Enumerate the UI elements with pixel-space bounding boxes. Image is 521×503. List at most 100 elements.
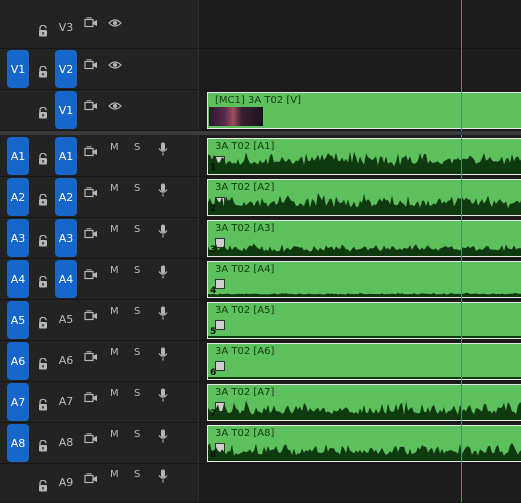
mic-icon[interactable] (158, 346, 168, 361)
track-lane-v2 (199, 49, 521, 90)
sync-lock-icon[interactable] (84, 307, 98, 321)
track-target-a4[interactable]: A4 (55, 260, 77, 298)
solo-button[interactable]: S (134, 224, 140, 235)
track-target-a2[interactable]: A2 (55, 178, 77, 216)
clip-a5[interactable]: 3A T02 [A5] 5 (207, 302, 521, 339)
source-patch-a5[interactable]: A5 (7, 301, 29, 339)
solo-button[interactable]: S (134, 142, 140, 153)
mic-icon[interactable] (158, 141, 168, 156)
clip-channel-number: 4 (210, 286, 217, 296)
mute-button[interactable]: M (110, 388, 119, 399)
mute-button[interactable]: M (110, 142, 119, 153)
mic-icon[interactable] (158, 428, 168, 443)
playhead[interactable] (461, 0, 462, 502)
mic-icon[interactable] (158, 223, 168, 238)
track-header-a3: A3 A3 M S (0, 218, 198, 259)
clip-v1[interactable]: [MC1] 3A T02 [V] (207, 92, 521, 129)
clip-a6[interactable]: 3A T02 [A6] 6 (207, 343, 521, 380)
mute-button[interactable]: M (110, 224, 119, 235)
clip-channel-number: 5 (210, 327, 217, 337)
clip-a2[interactable]: 3A T02 [A2] 2 (207, 179, 521, 216)
track-target-v3[interactable]: V3 (55, 21, 77, 34)
track-header-a4: A4 A4 M S (0, 259, 198, 300)
toggle-output-icon[interactable] (84, 97, 98, 111)
lock-icon[interactable] (37, 191, 49, 206)
sync-lock-icon[interactable] (84, 184, 98, 198)
eye-icon[interactable] (108, 97, 122, 110)
lock-icon[interactable] (37, 104, 49, 119)
track-target-v2[interactable]: V2 (55, 50, 77, 88)
source-patch-a7[interactable]: A7 (7, 383, 29, 421)
sync-lock-icon[interactable] (84, 470, 98, 484)
toggle-output-icon[interactable] (84, 14, 98, 28)
source-patch-a2[interactable]: A2 (7, 178, 29, 216)
solo-button[interactable]: S (134, 183, 140, 194)
sync-lock-icon[interactable] (84, 430, 98, 444)
clip-a4[interactable]: 3A T02 [A4] 4 (207, 261, 521, 298)
mute-button[interactable]: M (110, 469, 119, 480)
solo-button[interactable]: S (134, 429, 140, 440)
track-lane-a9 (199, 464, 521, 503)
source-patch-a8[interactable]: A8 (7, 424, 29, 462)
clip-a7[interactable]: 3A T02 [A7] 7 (207, 384, 521, 421)
clip-channel-number: 1 (210, 163, 217, 173)
source-patch-a1[interactable]: A1 (7, 137, 29, 175)
mic-icon[interactable] (158, 264, 168, 279)
waveform (208, 151, 521, 174)
lock-icon[interactable] (37, 355, 49, 370)
track-target-a9[interactable]: A9 (55, 476, 77, 489)
mute-button[interactable]: M (110, 429, 119, 440)
track-target-a5[interactable]: A5 (55, 313, 77, 326)
mute-button[interactable]: M (110, 347, 119, 358)
lock-icon[interactable] (37, 477, 49, 492)
clip-a3[interactable]: 3A T02 [A3] 3 (207, 220, 521, 257)
track-header-a8: A8 A8 M S (0, 423, 198, 464)
sync-lock-icon[interactable] (84, 266, 98, 280)
track-target-a8[interactable]: A8 (55, 436, 77, 449)
mute-button[interactable]: M (110, 306, 119, 317)
lock-icon[interactable] (37, 232, 49, 247)
sync-lock-icon[interactable] (84, 143, 98, 157)
toggle-output-icon[interactable] (84, 56, 98, 70)
sync-lock-icon[interactable] (84, 389, 98, 403)
solo-button[interactable]: S (134, 388, 140, 399)
timeline-area: [MC1] 3A T02 [V] 3A T02 [A1] 1 3A T02 [A2] 2… (199, 0, 521, 503)
source-patch-v2[interactable]: V1 (7, 50, 29, 88)
sync-lock-icon[interactable] (84, 225, 98, 239)
track-header-panel: V3 V1 V2 V1 A1 A1 M S A2 A2 M S A3 A3 M S A4 A4 M S A5 A5 M S A6… (0, 0, 199, 503)
track-target-v1[interactable]: V1 (55, 91, 77, 129)
clip-channel-number: 8 (210, 450, 217, 460)
lock-icon[interactable] (37, 437, 49, 452)
eye-icon[interactable] (108, 14, 122, 27)
clip-a1[interactable]: 3A T02 [A1] 1 (207, 138, 521, 175)
waveform (208, 336, 521, 338)
track-target-a6[interactable]: A6 (55, 354, 77, 367)
track-target-a7[interactable]: A7 (55, 395, 77, 408)
lock-icon[interactable] (37, 396, 49, 411)
source-patch-a3[interactable]: A3 (7, 219, 29, 257)
lock-icon[interactable] (37, 22, 49, 37)
track-target-a1[interactable]: A1 (55, 137, 77, 175)
source-patch-a4[interactable]: A4 (7, 260, 29, 298)
mic-icon[interactable] (158, 387, 168, 402)
lock-icon[interactable] (37, 150, 49, 165)
lock-icon[interactable] (37, 63, 49, 78)
clip-channel-number: 6 (210, 368, 217, 378)
mute-button[interactable]: M (110, 183, 119, 194)
mute-button[interactable]: M (110, 265, 119, 276)
sync-lock-icon[interactable] (84, 348, 98, 362)
mic-icon[interactable] (158, 305, 168, 320)
solo-button[interactable]: S (134, 469, 140, 480)
lock-icon[interactable] (37, 273, 49, 288)
eye-icon[interactable] (108, 56, 122, 69)
solo-button[interactable]: S (134, 306, 140, 317)
clip-channel-number: 7 (210, 409, 217, 419)
clip-a8[interactable]: 3A T02 [A8] 8 (207, 425, 521, 462)
solo-button[interactable]: S (134, 265, 140, 276)
lock-icon[interactable] (37, 314, 49, 329)
solo-button[interactable]: S (134, 347, 140, 358)
track-target-a3[interactable]: A3 (55, 219, 77, 257)
mic-icon[interactable] (158, 468, 168, 483)
source-patch-a6[interactable]: A6 (7, 342, 29, 380)
mic-icon[interactable] (158, 182, 168, 197)
